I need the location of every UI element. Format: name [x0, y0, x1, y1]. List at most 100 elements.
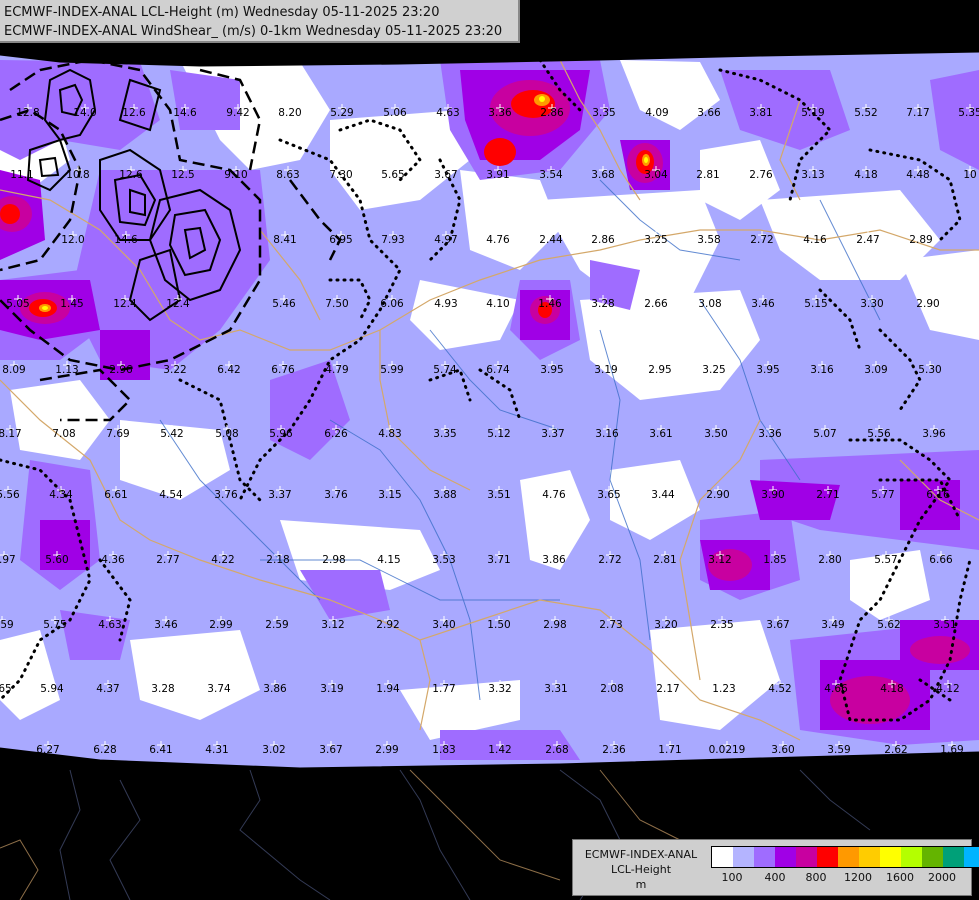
- windshear-value-label: 5.65: [381, 169, 404, 181]
- windshear-value-label: 2.77: [156, 554, 179, 566]
- windshear-value-label: 3.09: [864, 364, 887, 376]
- windshear-value-label: 5.52: [854, 107, 877, 119]
- windshear-value-label: 3.86: [542, 554, 566, 566]
- windshear-value-label: 3.65: [597, 489, 620, 501]
- windshear-value-label: 14.0: [73, 107, 96, 119]
- windshear-value-label: 8.09: [2, 364, 25, 376]
- legend-colorbar: [711, 846, 979, 868]
- windshear-value-label: 1.45: [60, 298, 83, 310]
- legend-swatch: [712, 847, 733, 867]
- windshear-value-label: 7.50: [325, 298, 348, 310]
- windshear-value-label: 12.4: [166, 298, 190, 310]
- windshear-value-label: 2.76: [749, 169, 773, 181]
- windshear-value-label: 1.83: [432, 744, 455, 756]
- windshear-value-label: 3.19: [594, 364, 617, 376]
- windshear-value-label: 12.6: [122, 107, 146, 119]
- legend-swatch: [838, 847, 859, 867]
- windshear-value-label: 2.90: [916, 298, 939, 310]
- windshear-value-label: 2.99: [375, 744, 398, 756]
- windshear-value-label: 6.61: [104, 489, 127, 501]
- legend-swatch: [733, 847, 754, 867]
- windshear-value-label: 3.32: [488, 683, 511, 695]
- windshear-value-label: 3.25: [702, 364, 725, 376]
- windshear-value-label: 7.93: [381, 234, 404, 246]
- windshear-value-label: 5.74: [433, 364, 457, 376]
- windshear-value-label: 3.90: [761, 489, 784, 501]
- windshear-value-label: 3.86: [263, 683, 287, 695]
- windshear-value-label: 3.36: [758, 428, 782, 440]
- windshear-value-label: 2.80: [818, 554, 841, 566]
- windshear-value-label: 1.50: [487, 619, 510, 631]
- windshear-value-label: 5.75: [43, 619, 66, 631]
- windshear-value-label: 8.17: [0, 428, 22, 440]
- windshear-value-label: 5.15: [804, 298, 827, 310]
- windshear-value-label: 1.85: [763, 554, 786, 566]
- windshear-value-label: 3.35: [433, 428, 456, 440]
- windshear-value-label: 1.46: [538, 298, 562, 310]
- map-title-box: ECMWF-INDEX-ANAL LCL-Height (m) Wednesda…: [0, 0, 520, 43]
- windshear-value-label: 11.1: [10, 169, 33, 181]
- windshear-value-label: 9.10: [224, 169, 247, 181]
- windshear-value-label: 2.73: [599, 619, 622, 631]
- windshear-value-label: 2.99: [209, 619, 232, 631]
- windshear-value-label: 5.42: [160, 428, 183, 440]
- windshear-value-label: 2.71: [816, 489, 839, 501]
- windshear-value-label: 2.92: [376, 619, 399, 631]
- windshear-value-label: 2.66: [644, 298, 668, 310]
- windshear-value-label: 2.44: [539, 234, 563, 246]
- windshear-value-label: 6.28: [93, 744, 116, 756]
- windshear-value-label: 4.63: [436, 107, 459, 119]
- windshear-value-label: 4.09: [645, 107, 668, 119]
- windshear-value-label: 12.5: [171, 169, 194, 181]
- windshear-value-label: 2.08: [600, 683, 623, 695]
- windshear-value-label: 3.19: [320, 683, 343, 695]
- windshear-value-label: 3.46: [154, 619, 178, 631]
- windshear-value-label: 12.4: [113, 298, 137, 310]
- legend-swatch: [796, 847, 817, 867]
- windshear-value-label: 3.81: [749, 107, 772, 119]
- windshear-value-label: 7.69: [106, 428, 129, 440]
- weather-map: 12.8 14.0 12.6 14.6 9.42 8.20 5.29 5.06 4.63 3.36…: [0, 0, 979, 900]
- windshear-value-label: 2.90: [706, 489, 729, 501]
- windshear-value-label: 3.95: [540, 364, 563, 376]
- windshear-value-label: 3.02: [262, 744, 285, 756]
- windshear-value-label: 5.46: [272, 298, 296, 310]
- windshear-value-label: 5.06: [383, 107, 407, 119]
- windshear-value-label: 3.46: [751, 298, 775, 310]
- windshear-value-label: 4.16: [803, 234, 827, 246]
- windshear-value-label: 2.72: [598, 554, 621, 566]
- windshear-value-label: 2.98: [322, 554, 345, 566]
- windshear-value-label: 6.42: [217, 364, 240, 376]
- windshear-value-label: 3.54: [539, 169, 563, 181]
- windshear-value-label: 5.60: [45, 554, 68, 566]
- windshear-value-label: 4.37: [96, 683, 119, 695]
- windshear-value-label: 3.68: [591, 169, 614, 181]
- windshear-value-label: 3.60: [771, 744, 794, 756]
- windshear-value-label: 9.42: [226, 107, 249, 119]
- windshear-value-label: 3.28: [591, 298, 614, 310]
- windshear-value-label: 3.40: [432, 619, 455, 631]
- windshear-value-label: 1.42: [488, 744, 511, 756]
- windshear-value-label: 5.19: [801, 107, 824, 119]
- legend-swatch: [754, 847, 775, 867]
- windshear-value-label: 4.63: [98, 619, 121, 631]
- windshear-value-label: 3.31: [544, 683, 567, 695]
- windshear-value-label: 2.95: [648, 364, 671, 376]
- legend-swatch: [859, 847, 880, 867]
- windshear-value-label: 3.25: [644, 234, 667, 246]
- windshear-value-label: 6.26: [324, 428, 348, 440]
- windshear-value-label: 3.71: [487, 554, 510, 566]
- legend-unit: m: [635, 878, 647, 891]
- windshear-value-label: 5.65: [0, 683, 12, 695]
- windshear-value-label: 3.51: [487, 489, 510, 501]
- legend-tick-label: 800: [805, 871, 827, 884]
- windshear-value-label: 1.23: [712, 683, 735, 695]
- windshear-value-label: 5.08: [215, 428, 238, 440]
- windshear-value-label: 5.07: [813, 428, 836, 440]
- windshear-value-label: 1.77: [432, 683, 455, 695]
- legend-tick-label: 1200: [844, 871, 872, 884]
- windshear-value-label: 3.96: [922, 428, 946, 440]
- windshear-value-label: 6.41: [149, 744, 172, 756]
- windshear-value-label: 3.51: [933, 619, 956, 631]
- windshear-value-label: 4.34: [49, 489, 73, 501]
